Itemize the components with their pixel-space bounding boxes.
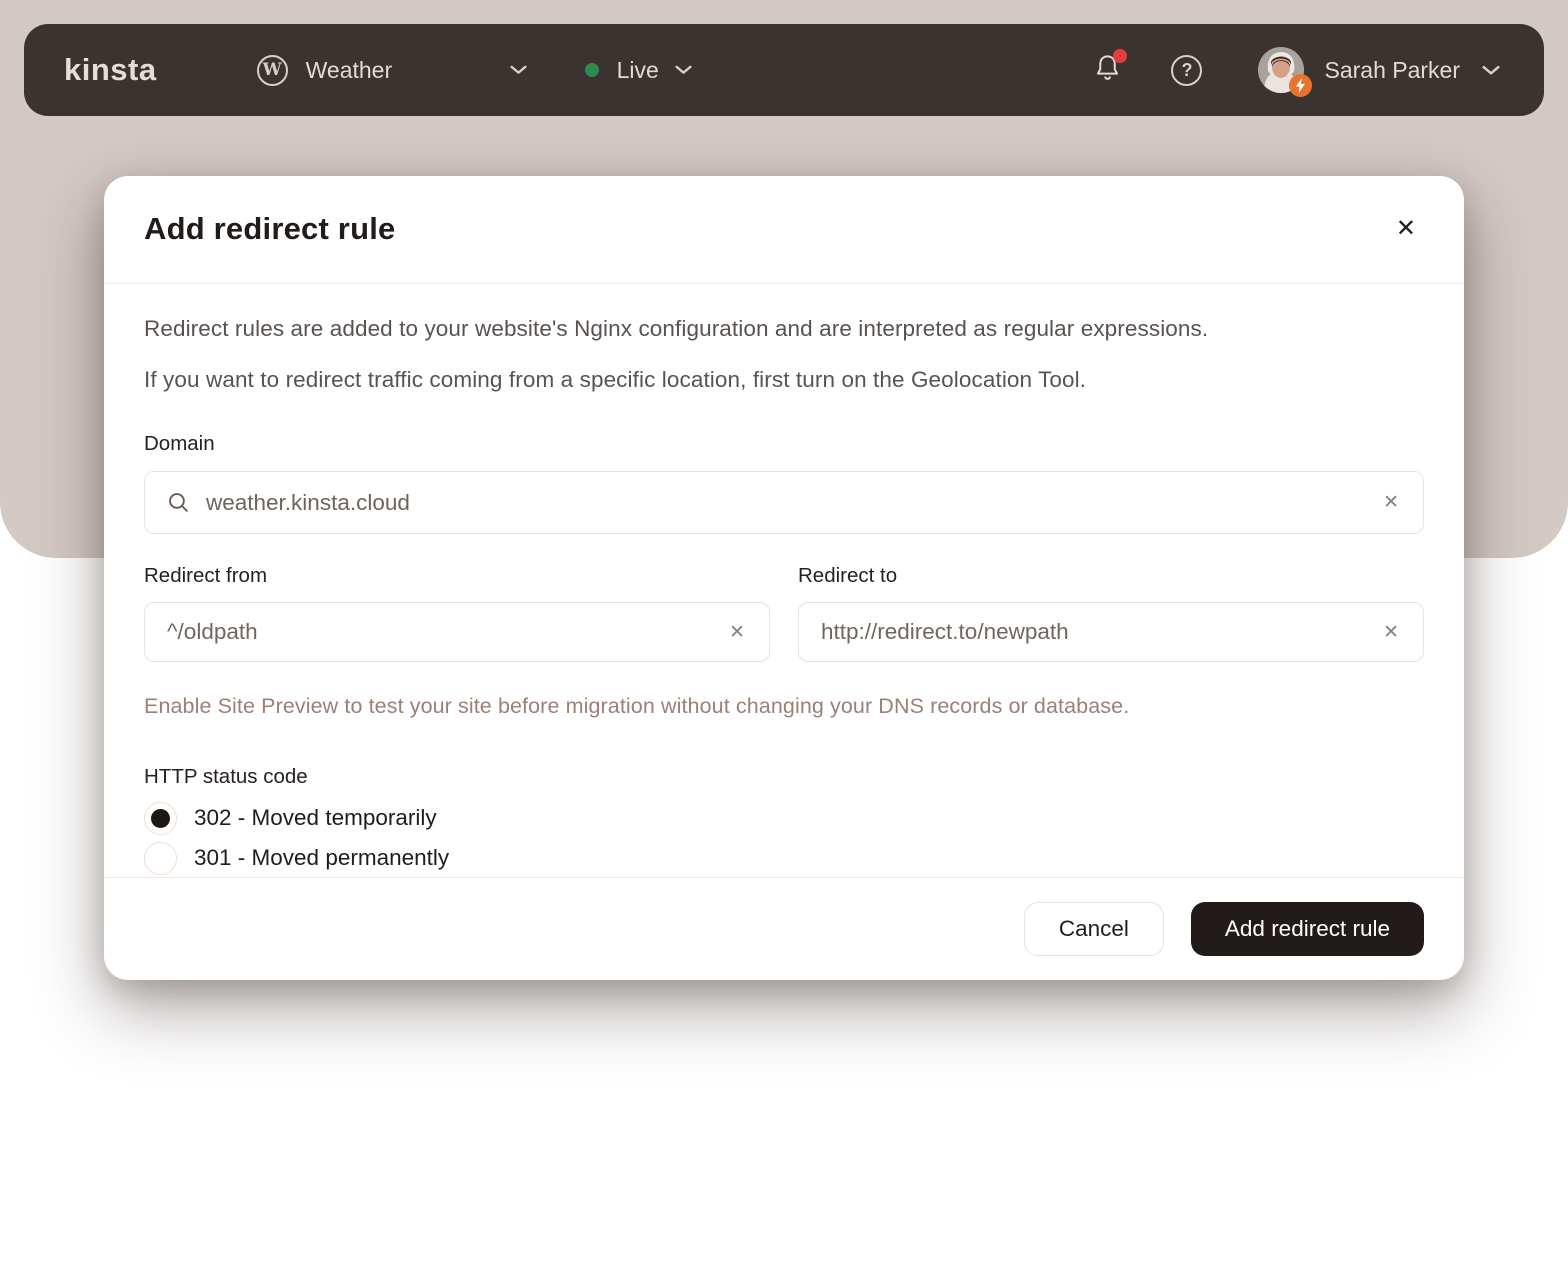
redirect-to-input-box: ✕ xyxy=(798,602,1424,662)
lightning-badge-icon xyxy=(1289,74,1312,97)
radio-option-301[interactable]: 301 - Moved permanently xyxy=(144,839,1424,877)
kinsta-logo[interactable]: kinsta xyxy=(64,52,157,88)
radio-button-icon[interactable] xyxy=(144,842,177,875)
environment-dropdown[interactable]: Live xyxy=(585,57,692,84)
redirect-fields-row: Redirect from ✕ Redirect to ✕ xyxy=(144,564,1424,662)
search-icon xyxy=(167,491,190,514)
radio-button-icon[interactable] xyxy=(144,802,177,835)
redirect-to-input[interactable] xyxy=(821,619,1381,645)
clear-redirect-to-icon[interactable]: ✕ xyxy=(1381,621,1401,644)
clear-domain-icon[interactable]: ✕ xyxy=(1381,491,1401,514)
close-icon[interactable]: ✕ xyxy=(1392,213,1420,245)
http-status-code-label: HTTP status code xyxy=(144,765,1424,789)
redirect-from-input[interactable] xyxy=(167,619,727,645)
notification-badge xyxy=(1113,49,1127,63)
domain-input[interactable] xyxy=(206,490,1381,516)
notifications-button[interactable] xyxy=(1094,53,1121,87)
add-redirect-rule-button[interactable]: Add redirect rule xyxy=(1191,902,1424,956)
modal-footer: Cancel Add redirect rule xyxy=(104,877,1464,980)
live-status-dot-icon xyxy=(585,63,599,77)
radio-option-label: 302 - Moved temporarily xyxy=(194,805,437,831)
redirect-to-field: Redirect to ✕ xyxy=(798,564,1424,662)
clear-redirect-from-icon[interactable]: ✕ xyxy=(727,621,747,644)
modal-header: Add redirect rule ✕ xyxy=(104,176,1464,284)
modal-description-1: Redirect rules are added to your website… xyxy=(144,314,1424,344)
environment-label: Live xyxy=(617,57,659,84)
modal-title: Add redirect rule xyxy=(144,211,395,247)
domain-label: Domain xyxy=(144,432,1424,456)
question-icon: ? xyxy=(1181,60,1192,81)
add-redirect-rule-modal: Add redirect rule ✕ Redirect rules are a… xyxy=(104,176,1464,980)
chevron-down-icon xyxy=(675,65,692,75)
help-button[interactable]: ? xyxy=(1171,55,1202,86)
site-preview-helper-text: Enable Site Preview to test your site be… xyxy=(144,694,1424,719)
user-name[interactable]: Sarah Parker xyxy=(1324,57,1460,84)
domain-input-box: ✕ xyxy=(144,471,1424,534)
modal-description-2: If you want to redirect traffic coming f… xyxy=(144,365,1424,395)
redirect-from-input-box: ✕ xyxy=(144,602,770,662)
redirect-to-label: Redirect to xyxy=(798,564,1424,588)
chevron-down-icon[interactable] xyxy=(1482,65,1500,76)
chevron-down-icon xyxy=(510,65,527,75)
radio-option-302[interactable]: 302 - Moved temporarily xyxy=(144,799,1424,837)
http-status-radio-group: 302 - Moved temporarily 301 - Moved perm… xyxy=(144,799,1424,877)
modal-body: Redirect rules are added to your website… xyxy=(104,284,1464,877)
site-selector-dropdown[interactable]: W Weather xyxy=(257,55,527,86)
wordpress-icon: W xyxy=(257,55,288,86)
topbar: kinsta W Weather Live ? xyxy=(24,24,1544,116)
redirect-from-field: Redirect from ✕ xyxy=(144,564,770,662)
user-avatar[interactable] xyxy=(1258,47,1304,93)
cancel-button[interactable]: Cancel xyxy=(1024,902,1164,956)
radio-option-label: 301 - Moved permanently xyxy=(194,845,449,871)
redirect-from-label: Redirect from xyxy=(144,564,770,588)
site-selector-label: Weather xyxy=(306,57,510,84)
